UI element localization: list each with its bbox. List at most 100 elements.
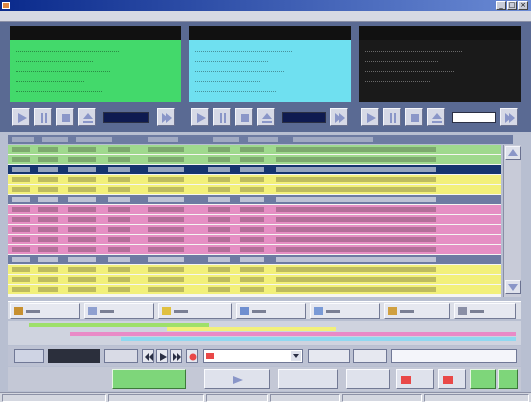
playlist-row[interactable]	[8, 225, 501, 234]
player-3-info-line	[365, 76, 430, 82]
eject-button[interactable]	[78, 108, 96, 126]
dropdown-button[interactable]	[291, 351, 301, 361]
play-button[interactable]	[361, 108, 379, 126]
scroll-up-button[interactable]	[505, 146, 521, 160]
timeline-bar[interactable]	[167, 327, 336, 331]
timeline-bar[interactable]	[121, 337, 516, 341]
timeline-bar[interactable]	[70, 332, 239, 336]
panel-button[interactable]	[204, 369, 270, 389]
playlist-row[interactable]	[8, 175, 501, 184]
menu-item-7[interactable]	[48, 11, 54, 22]
tool-button-4[interactable]	[236, 303, 306, 319]
play-icon	[18, 113, 27, 123]
playlist-cell	[12, 167, 30, 172]
pause-button[interactable]	[213, 108, 231, 126]
close-button[interactable]: ×	[518, 1, 528, 10]
scroll-down-button[interactable]	[505, 280, 521, 294]
start-button[interactable]	[112, 369, 186, 389]
player-2-volume-slot[interactable]	[282, 112, 326, 123]
playlist-row[interactable]	[8, 255, 501, 264]
eject-button[interactable]	[257, 108, 275, 126]
minimize-button[interactable]: _	[496, 1, 506, 10]
tool-button-5[interactable]	[310, 303, 380, 319]
playlist-cell	[12, 217, 30, 222]
folder-icon	[14, 307, 23, 315]
playlist-row[interactable]	[8, 265, 501, 274]
timeline[interactable]	[8, 321, 521, 345]
forward-button[interactable]	[170, 349, 182, 363]
forward-icon	[173, 353, 181, 361]
playlist-cell	[38, 207, 58, 212]
stop-button[interactable]	[405, 108, 423, 126]
playlist-cell	[108, 227, 130, 232]
next-button[interactable]	[500, 108, 518, 126]
next-button[interactable]	[330, 108, 348, 126]
column-header[interactable]	[213, 137, 239, 142]
chevron-up-icon	[508, 149, 518, 156]
player-1-volume-slot[interactable]	[103, 112, 149, 123]
column-header[interactable]	[76, 137, 112, 142]
playlist-row[interactable]	[8, 275, 501, 284]
stop-button[interactable]	[235, 108, 253, 126]
column-header[interactable]	[248, 137, 278, 142]
playlist-row[interactable]	[8, 155, 501, 164]
status-cell	[2, 394, 106, 402]
column-header[interactable]	[148, 137, 178, 142]
settings-icon	[458, 307, 467, 315]
panel-button[interactable]	[346, 369, 390, 389]
menu-item-5[interactable]	[32, 11, 38, 22]
playlist-row[interactable]	[8, 185, 501, 194]
eject-icon	[262, 113, 272, 123]
menu-item-4[interactable]	[24, 11, 30, 22]
confirm-button[interactable]	[498, 369, 518, 389]
tool-button-2[interactable]	[84, 303, 154, 319]
playlist-row[interactable]	[8, 235, 501, 244]
playlist-row[interactable]	[8, 285, 501, 294]
playlist-cell	[148, 147, 184, 152]
timeline-bar[interactable]	[239, 332, 516, 336]
playlist-row[interactable]	[8, 195, 501, 204]
rewind-button[interactable]	[142, 349, 154, 363]
playlist-scrollbar[interactable]	[503, 145, 521, 297]
tool-button-1[interactable]	[10, 303, 80, 319]
transport-button[interactable]	[308, 349, 350, 363]
playlist-cell	[240, 267, 264, 272]
maximize-button[interactable]: □	[507, 1, 517, 10]
column-header[interactable]	[293, 137, 373, 142]
next-button[interactable]	[157, 108, 175, 126]
tool-button-7[interactable]	[454, 303, 516, 319]
position-field[interactable]	[14, 349, 44, 363]
transport-button[interactable]	[353, 349, 387, 363]
pause-button[interactable]	[383, 108, 401, 126]
stop-button[interactable]	[56, 108, 74, 126]
playlist-row[interactable]	[8, 205, 501, 214]
play-button[interactable]	[191, 108, 209, 126]
playlist-row[interactable]	[8, 215, 501, 224]
pause-button[interactable]	[34, 108, 52, 126]
transport-play-button[interactable]	[156, 349, 168, 363]
menu-item-1[interactable]	[0, 11, 6, 22]
playlist-row[interactable]	[8, 165, 501, 174]
source-select[interactable]	[203, 349, 303, 363]
eject-button[interactable]	[427, 108, 445, 126]
menu-item-3[interactable]	[16, 11, 22, 22]
menu-item-6[interactable]	[40, 11, 46, 22]
playlist-row[interactable]	[8, 245, 501, 254]
record-button[interactable]	[186, 349, 198, 363]
panel-button[interactable]	[278, 369, 338, 389]
confirm-button[interactable]	[470, 369, 496, 389]
tool-button-3[interactable]	[158, 303, 232, 319]
playlist-row[interactable]	[8, 145, 501, 154]
tool-button-6[interactable]	[384, 303, 450, 319]
menu-item-8[interactable]	[55, 11, 61, 22]
column-header[interactable]	[42, 137, 68, 142]
player-3-volume-slot[interactable]	[452, 112, 496, 123]
app-icon[interactable]	[2, 2, 10, 9]
play-button[interactable]	[12, 108, 30, 126]
panel-button[interactable]	[438, 369, 466, 389]
progress-field[interactable]	[104, 349, 138, 363]
playlist-cell	[68, 237, 96, 242]
menu-item-2[interactable]	[8, 11, 14, 22]
column-header[interactable]	[12, 137, 34, 142]
alert-button[interactable]	[396, 369, 434, 389]
